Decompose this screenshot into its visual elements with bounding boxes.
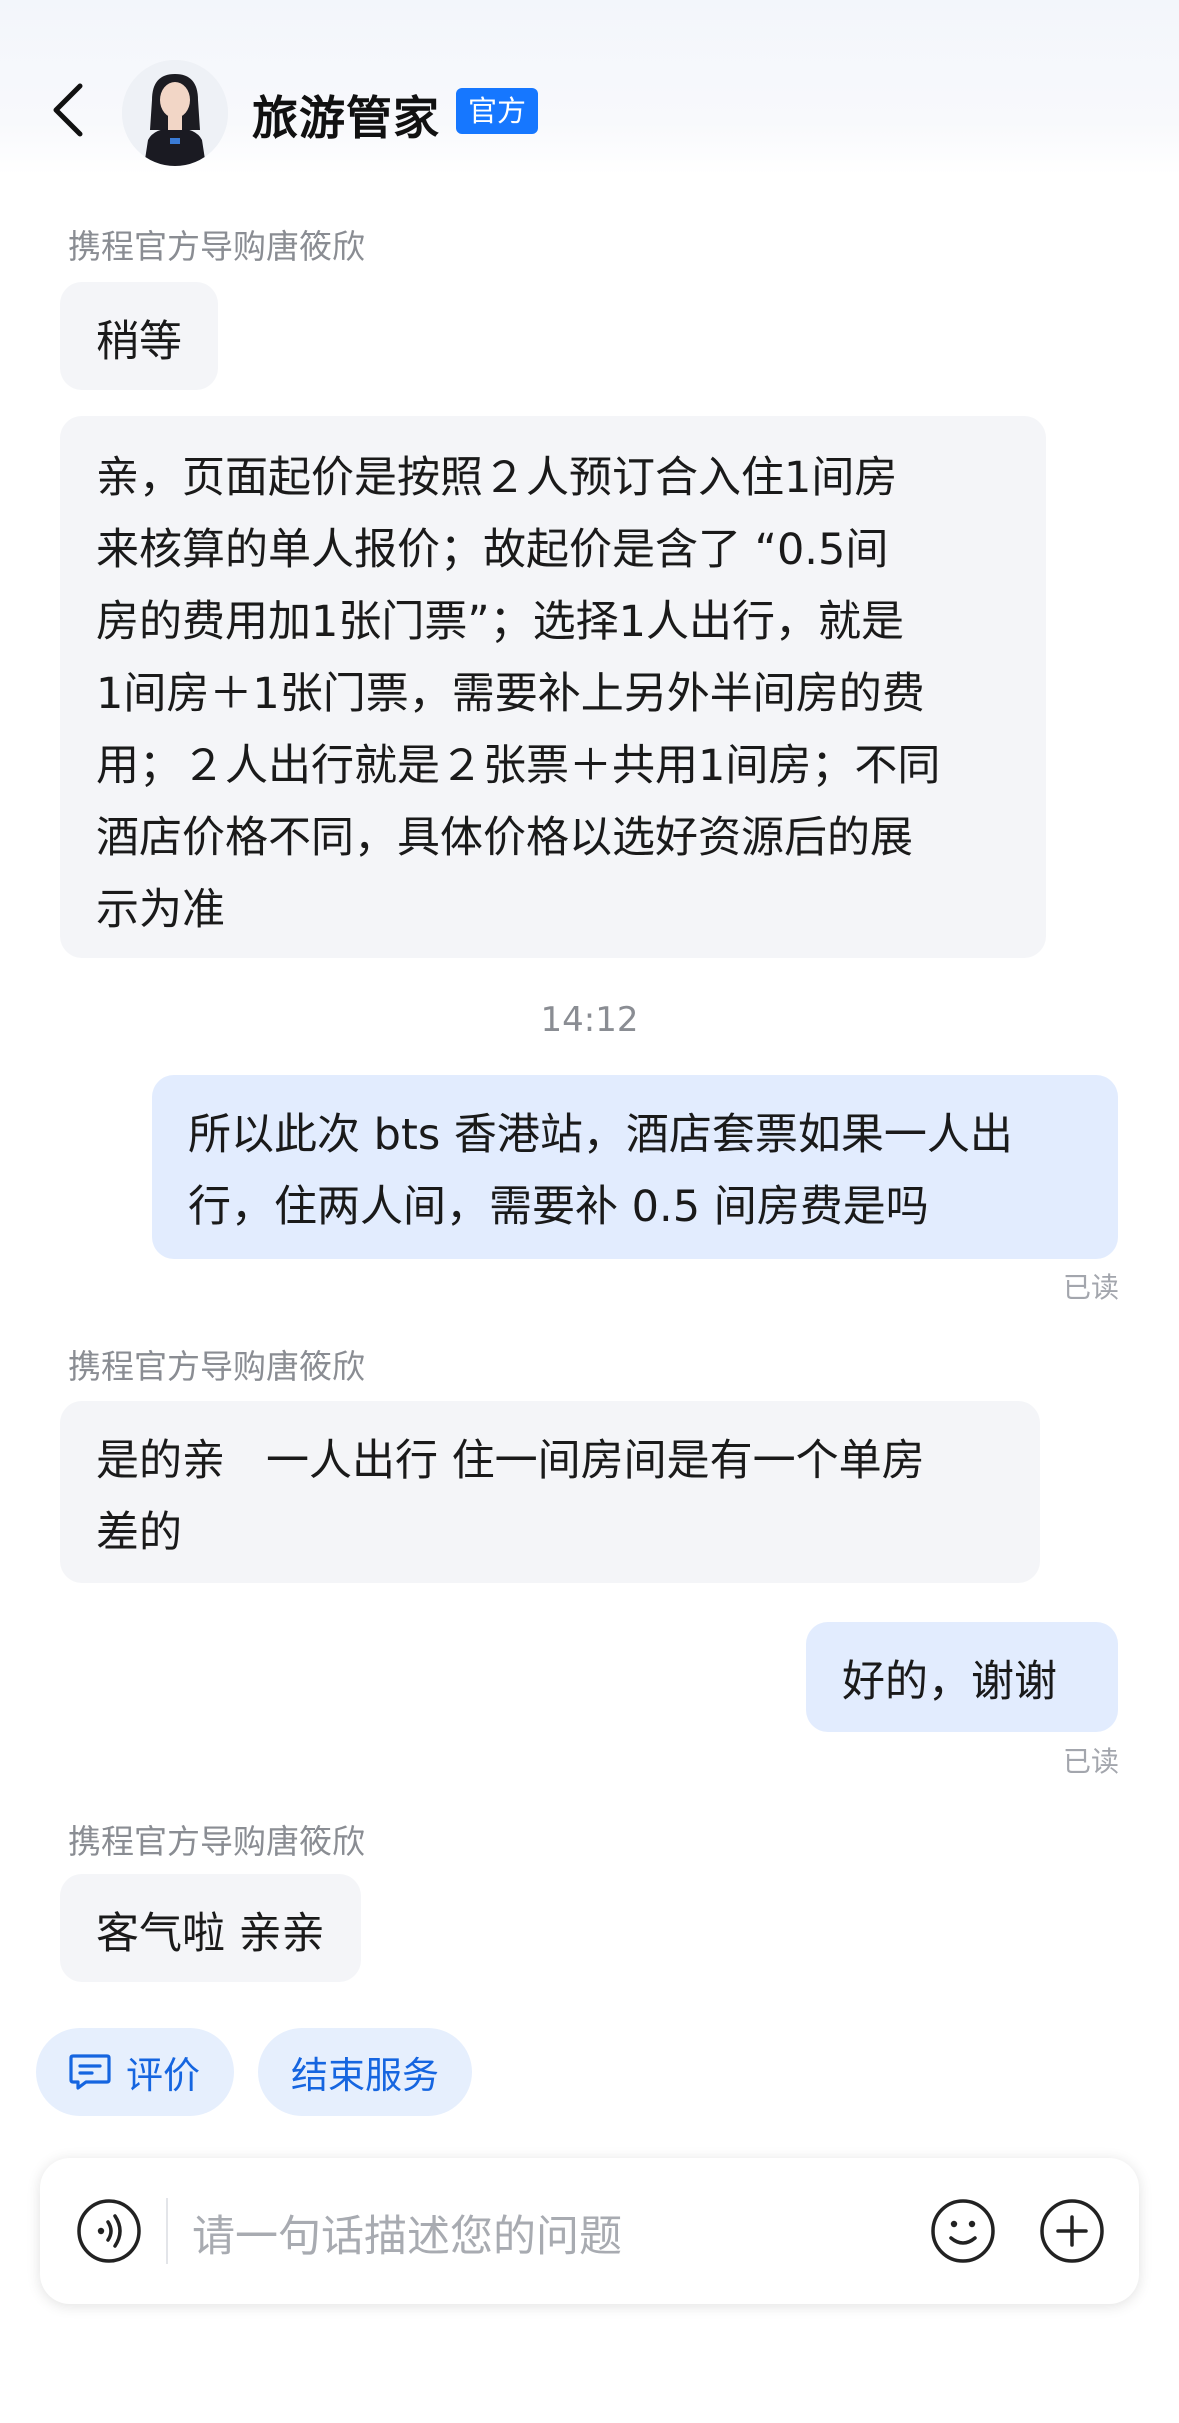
plus-circle-icon: [1040, 2199, 1104, 2263]
page-title: 旅游管家: [252, 91, 440, 145]
message-line: 房的费用加1张门票”；选择1人出行，就是: [96, 597, 904, 647]
message-text: 客气啦 亲亲: [96, 1909, 325, 1959]
read-status: 已读: [1062, 1745, 1119, 1778]
message-line: 1间房＋1张门票，需要补上另外半间房的费: [96, 669, 925, 719]
read-status: 已读: [1062, 1271, 1119, 1304]
sender-name: 携程官方导购唐筱欣: [68, 1347, 365, 1386]
message-line: 是的亲 一人出行 住一间房间是有一个单房: [96, 1436, 925, 1486]
voice-button[interactable]: [74, 2196, 144, 2266]
end-service-button[interactable]: 结束服务: [258, 2028, 472, 2116]
message-line: 来核算的单人报价；故起价是含了 “0.5间: [96, 525, 889, 575]
end-service-label: 结束服务: [291, 2054, 439, 2097]
chat-header: 旅游管家 官方: [0, 0, 1179, 175]
avatar[interactable]: [122, 60, 228, 166]
emoji-icon: [931, 2199, 995, 2263]
outgoing-message: 好的，谢谢: [806, 1622, 1118, 1732]
message-line: 差的: [96, 1508, 182, 1558]
chat-page: 旅游管家 官方 携程官方导购唐筱欣 稍等 亲，页面起价是按照２人预订合入住1间房…: [0, 0, 1179, 2423]
message-text: 好的，谢谢: [842, 1657, 1057, 1707]
message-line: 用；２人出行就是２张票＋共用1间房；不同: [96, 741, 941, 791]
outgoing-message: 所以此次 bts 香港站，酒店套票如果一人出 行，住两人间，需要补 0.5 间房…: [152, 1075, 1118, 1259]
sender-name: 携程官方导购唐筱欣: [68, 227, 365, 266]
message-text: 稍等: [96, 317, 182, 367]
rate-label: 评价: [126, 2054, 200, 2097]
message-timestamp: 14:12: [540, 1000, 639, 1040]
incoming-message: 是的亲 一人出行 住一间房间是有一个单房 差的: [60, 1401, 1040, 1583]
message-line: 行，住两人间，需要补 0.5 间房费是吗: [188, 1182, 929, 1232]
incoming-message: 客气啦 亲亲: [60, 1874, 361, 1982]
comment-icon: [69, 2054, 111, 2090]
message-line: 所以此次 bts 香港站，酒店套票如果一人出: [188, 1110, 1013, 1160]
input-divider: [166, 2198, 168, 2264]
message-line: 亲，页面起价是按照２人预订合入住1间房: [96, 453, 898, 503]
chevron-left-icon: [53, 83, 83, 137]
message-input-bar: 请一句话描述您的问题: [40, 2158, 1139, 2304]
more-button[interactable]: [1037, 2196, 1107, 2266]
back-button[interactable]: [38, 80, 98, 140]
voice-icon: [77, 2199, 141, 2263]
sender-name: 携程官方导购唐筱欣: [68, 1822, 365, 1861]
incoming-message: 稍等: [60, 282, 218, 390]
message-input[interactable]: 请一句话描述您的问题: [192, 2202, 622, 2264]
emoji-button[interactable]: [928, 2196, 998, 2266]
rate-button[interactable]: 评价: [36, 2028, 234, 2116]
official-badge: 官方: [456, 88, 539, 134]
incoming-message: 亲，页面起价是按照２人预订合入住1间房 来核算的单人报价；故起价是含了 “0.5…: [60, 416, 1046, 958]
message-line: 酒店价格不同，具体价格以选好资源后的展: [96, 813, 913, 863]
avatar-image: [122, 60, 228, 166]
message-line: 示为准: [96, 885, 225, 935]
